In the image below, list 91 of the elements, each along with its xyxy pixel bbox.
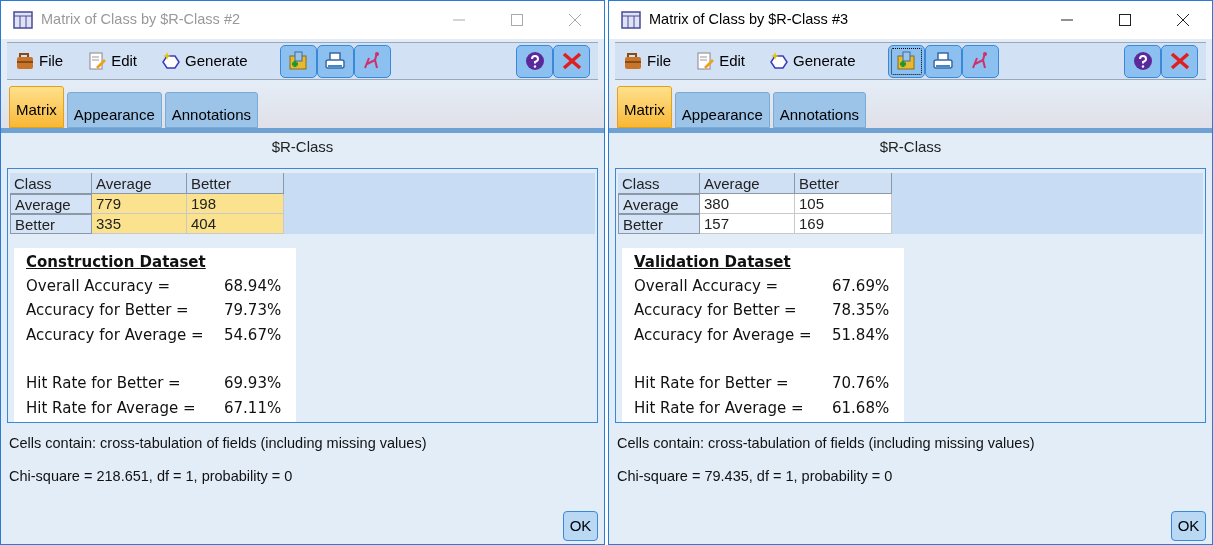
- row-header: Better: [618, 213, 700, 234]
- hexagon-sparkle-icon: [161, 51, 182, 71]
- toolbar-button[interactable]: [353, 44, 391, 78]
- row-header: Average: [618, 193, 700, 214]
- stat-value: 51.84%: [832, 324, 890, 346]
- matrix-heading: $R-Class: [270, 137, 335, 157]
- stat-label: Hit Rate for Average =: [634, 397, 805, 419]
- stat-label: Accuracy for Average =: [634, 324, 813, 346]
- menu-item[interactable]: File: [15, 49, 64, 73]
- ok-button[interactable]: OK: [1171, 511, 1206, 541]
- toolbar-button[interactable]: [961, 44, 999, 78]
- printer-icon: [324, 50, 347, 72]
- table-cell: 105: [795, 193, 892, 214]
- stat-label: Accuracy for Average =: [26, 324, 205, 346]
- briefcase-icon: [15, 51, 35, 71]
- stat-label: Accuracy for Better =: [634, 300, 798, 321]
- table-cell: 157: [700, 213, 795, 234]
- maximize-icon: [510, 14, 524, 26]
- help-icon: [524, 51, 545, 71]
- menu-item[interactable]: Generate: [769, 49, 856, 73]
- table-cell: 335: [92, 213, 187, 234]
- table-cell: 404: [187, 213, 284, 234]
- close-icon: [568, 14, 582, 26]
- stat-label: Overall Accuracy =: [26, 275, 172, 297]
- toolbar-button[interactable]: [316, 44, 354, 78]
- column-header: Better: [187, 172, 284, 194]
- row-header: Better: [10, 213, 92, 234]
- stat-label: Hit Rate for Better =: [26, 373, 182, 394]
- chi-square-text: Chi-square = 218.651, df = 1, probability = 0: [8, 467, 294, 487]
- tab[interactable]: Annotations: [164, 92, 258, 128]
- tab[interactable]: Appearance: [674, 92, 770, 128]
- stat-label: Hit Rate for Better =: [634, 373, 790, 394]
- briefcase-icon: [623, 51, 643, 71]
- hexagon-sparkle-icon: [769, 51, 790, 71]
- menu-item[interactable]: Edit: [695, 49, 746, 73]
- window-title: Matrix of Class by $R-Class #3: [649, 10, 849, 30]
- document-edit-icon: [87, 51, 108, 71]
- close-icon: [1176, 14, 1190, 26]
- stat-label: Hit Rate for Average =: [26, 397, 197, 419]
- stat-value: 68.94%: [224, 275, 282, 297]
- table-cell: 779: [92, 193, 187, 214]
- ok-button[interactable]: OK: [563, 511, 598, 541]
- help-icon: [1132, 51, 1153, 71]
- menu-item[interactable]: File: [623, 49, 672, 73]
- toolbar-button[interactable]: [924, 44, 962, 78]
- window-title: Matrix of Class by $R-Class #2: [41, 10, 241, 30]
- close-icon: [561, 52, 582, 70]
- corner-header: Class: [618, 172, 700, 194]
- row-header: Average: [10, 193, 92, 214]
- note-text: Cells contain: cross-tabulation of fields (including missing values): [616, 433, 1036, 453]
- menu-item[interactable]: Generate: [161, 49, 248, 73]
- table-icon: [621, 11, 641, 29]
- matrix-heading: $R-Class: [878, 137, 943, 157]
- stat-label: Overall Accuracy =: [634, 275, 780, 297]
- close-icon: [1169, 52, 1190, 70]
- tab[interactable]: Matrix: [9, 86, 64, 128]
- stat-value: 78.35%: [832, 300, 890, 321]
- table-cell: 169: [795, 213, 892, 234]
- table-icon: [13, 11, 33, 29]
- menu-item[interactable]: Edit: [87, 49, 138, 73]
- help-button[interactable]: [1124, 44, 1161, 78]
- stat-value: 54.67%: [224, 324, 282, 346]
- stat-value: 61.68%: [832, 397, 890, 419]
- corner-header: Class: [10, 172, 92, 194]
- close-button[interactable]: [553, 44, 590, 78]
- note-text: Cells contain: cross-tabulation of fields (including missing values): [8, 433, 428, 453]
- column-header: Better: [795, 172, 892, 194]
- tab[interactable]: Appearance: [66, 92, 162, 128]
- help-button[interactable]: [516, 44, 553, 78]
- stat-value: 67.69%: [832, 275, 890, 297]
- table-cell: 380: [700, 193, 795, 214]
- document-edit-icon: [695, 51, 716, 71]
- summary-title: Validation Dataset: [634, 251, 792, 273]
- add-node-icon: [895, 50, 918, 72]
- stat-value: 79.73%: [224, 300, 282, 321]
- add-node-icon: [287, 50, 310, 72]
- column-header: Average: [700, 172, 795, 194]
- stat-value: 70.76%: [832, 373, 890, 394]
- stat-label: Accuracy for Better =: [26, 300, 190, 321]
- maximize-icon: [1118, 14, 1132, 26]
- close-button[interactable]: [1161, 44, 1198, 78]
- column-header: Average: [92, 172, 187, 194]
- stat-value: 69.93%: [224, 373, 282, 394]
- chi-square-text: Chi-square = 79.435, df = 1, probability = 0: [616, 467, 894, 487]
- summary-title: Construction Dataset: [26, 251, 207, 273]
- stat-value: 67.11%: [224, 397, 282, 419]
- toolbar-button[interactable]: [887, 44, 925, 78]
- tab[interactable]: Matrix: [617, 86, 672, 128]
- printer-icon: [932, 50, 955, 72]
- table-cell: 198: [187, 193, 284, 214]
- tab[interactable]: Annotations: [772, 92, 866, 128]
